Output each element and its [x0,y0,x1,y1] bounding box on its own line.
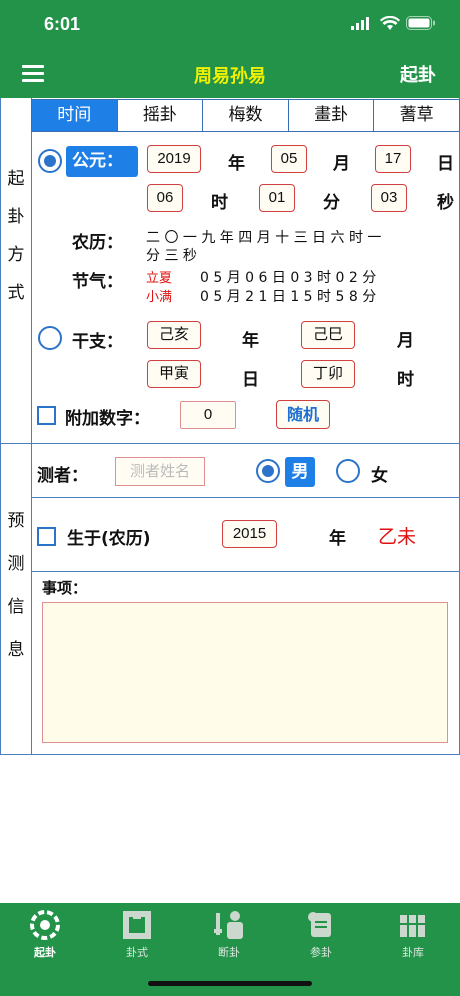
ganzhi-day-unit: 日 [242,370,259,390]
solar-term-name-1: 立夏 [146,271,173,286]
extra-number-checkbox[interactable] [37,406,56,425]
tabbar-cast[interactable]: 起卦 [15,909,75,960]
pattern-icon [123,911,151,939]
cast-icon [30,910,60,940]
female-label[interactable]: 女 [371,461,388,486]
second-field[interactable]: 03 [371,184,407,212]
tab-shake[interactable]: 摇卦 [117,99,204,132]
birth-year-unit: 年 [329,529,346,549]
lunar-label: 农历： [72,233,123,253]
ganzhi-month-unit: 月 [397,331,414,351]
side-char: 方 [7,245,25,265]
home-indicator [148,981,312,986]
ganzhi-label[interactable]: 干支： [72,327,123,352]
tab-yarrow[interactable]: 蓍草 [374,99,460,132]
tabbar-reference[interactable]: 参卦 [291,909,351,960]
row-divider-1 [31,497,460,498]
male-label[interactable]: 男 [285,457,315,487]
tabbar-judge[interactable]: 断卦 [199,909,259,960]
frame-divider [31,98,32,755]
minute-field[interactable]: 01 [259,184,295,212]
row-divider-2 [31,571,460,572]
female-radio[interactable] [336,459,360,483]
tab-time[interactable]: 时间 [31,99,118,132]
solar-term-value-2: 0 5 月 2 1 日 1 5 时 5 8 分 [200,289,377,305]
tabbar-library-label: 卦库 [402,946,424,959]
tabbar-pattern[interactable]: 卦式 [107,909,167,960]
side-label-predict-info: 预 测 信 息 [4,500,28,672]
birth-ganzhi: 乙未 [378,526,417,548]
day-unit: 日 [437,154,454,174]
year-field[interactable]: 2019 [147,145,201,173]
year-unit: 年 [228,154,245,174]
status-bar: 6:01 [0,0,460,48]
reference-icon [308,912,331,937]
hour-unit: 时 [211,193,228,213]
side-char: 测 [7,554,25,574]
extra-number-label: 附加数字： [65,409,150,429]
side-char: 信 [7,597,25,617]
gregorian-radio[interactable] [38,149,62,173]
nav-bar: 周易孙易 起卦 [0,48,460,98]
library-icon [400,915,425,937]
matter-textarea[interactable] [42,602,448,743]
side-char: 卦 [7,207,25,227]
tabbar-reference-label: 参卦 [310,946,332,959]
battery-icon [406,16,435,30]
app-title: 周易孙易 [194,66,266,87]
tabbar-pattern-label: 卦式 [126,946,148,959]
minute-unit: 分 [323,193,340,213]
tab-draw[interactable]: 畫卦 [288,99,375,132]
side-char: 预 [7,511,25,531]
section-divider [0,443,460,444]
second-unit: 秒 [437,193,454,213]
ganzhi-radio[interactable] [38,326,62,350]
month-field[interactable]: 05 [271,145,307,173]
day-field[interactable]: 17 [375,145,411,173]
random-button[interactable]: 随机 [276,400,330,429]
tabbar-cast-label: 起卦 [34,946,56,959]
birth-label: 生于(农历) [67,529,151,549]
cellular-signal-icon [351,17,369,30]
ganzhi-hour-field[interactable]: 丁卯 [301,360,355,388]
wifi-icon [380,16,400,30]
status-time: 6:01 [44,14,81,34]
frame-bottom [0,754,460,755]
tabbar-judge-label: 断卦 [218,946,240,959]
birth-year-field[interactable]: 2015 [222,520,277,548]
frame-left [0,98,1,755]
cast-button[interactable]: 起卦 [400,61,436,87]
lunar-line-2: 分 三 秒 [146,248,197,264]
month-unit: 月 [333,154,350,174]
ganzhi-month-field[interactable]: 己巳 [301,321,355,349]
hour-field[interactable]: 06 [147,184,183,212]
male-radio[interactable] [256,459,280,483]
ganzhi-hour-unit: 时 [397,370,414,390]
side-char: 息 [7,640,25,660]
side-char: 起 [7,169,25,189]
solar-term-label: 节气： [72,272,123,292]
tabbar-library[interactable]: 卦库 [383,909,443,960]
tab-plum[interactable]: 梅数 [203,99,289,132]
solar-term-name-2: 小满 [146,290,173,305]
birth-checkbox[interactable] [37,527,56,546]
lunar-line-1: 二 〇 一 九 年 四 月 十 三 日 六 时 一 [146,230,382,246]
ganzhi-year-field[interactable]: 己亥 [147,321,201,349]
method-tabs: 时间 摇卦 梅数 畫卦 蓍草 [31,99,460,132]
ganzhi-day-field[interactable]: 甲寅 [147,360,201,388]
extra-number-input[interactable]: 0 [180,401,236,429]
matter-label: 事项： [42,579,88,597]
person-label: 测者： [37,466,88,486]
solar-term-value-1: 0 5 月 0 6 日 0 3 时 0 2 分 [200,270,377,286]
ganzhi-year-unit: 年 [242,331,259,351]
side-char: 式 [7,283,25,303]
gregorian-label[interactable]: 公元： [66,146,138,177]
person-name-input[interactable]: 测者姓名 [115,457,205,486]
side-label-cast-method: 起 卦 方 式 [4,160,28,312]
judge-icon [214,911,243,939]
